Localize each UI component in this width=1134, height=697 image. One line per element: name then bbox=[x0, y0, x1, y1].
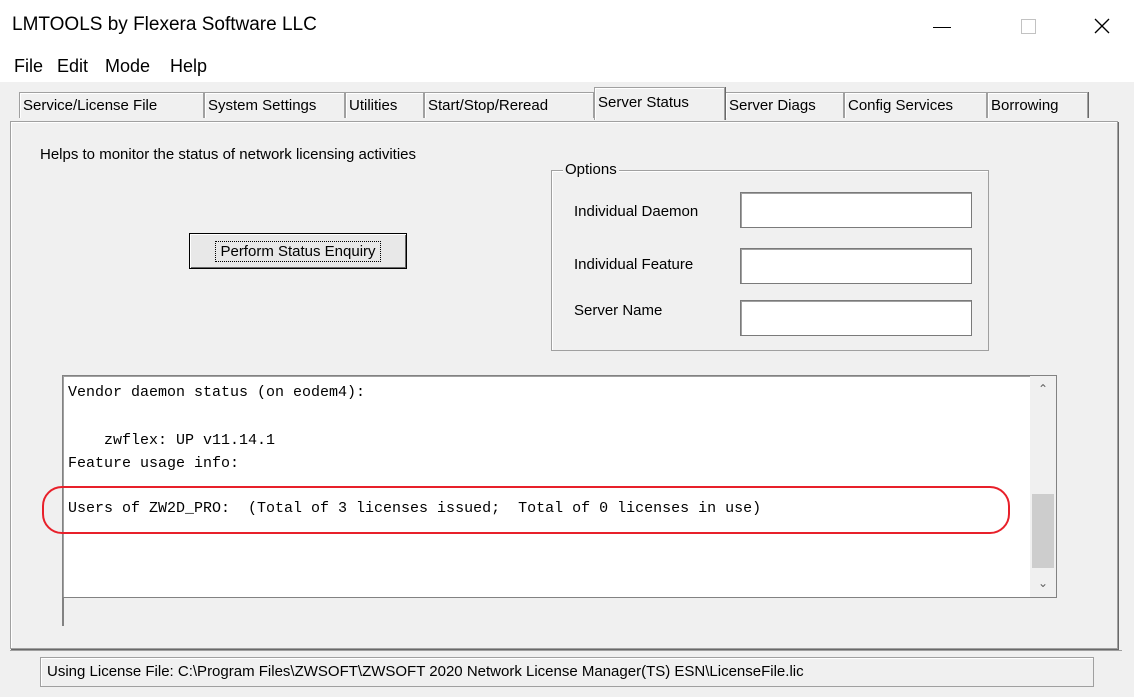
license-file-status-bar: Using License File: C:\Program Files\ZWS… bbox=[40, 657, 1094, 687]
menu-edit[interactable]: Edit bbox=[57, 56, 88, 77]
menu-file[interactable]: File bbox=[14, 56, 43, 77]
output-line: zwflex: UP v11.14.1 bbox=[68, 432, 276, 449]
scroll-up-arrow-icon[interactable]: ⌃ bbox=[1030, 378, 1056, 400]
title-bar: LMTOOLS by Flexera Software LLC bbox=[0, 0, 1134, 52]
output-line: Vendor daemon status (on eodem4): bbox=[68, 384, 366, 401]
tab-service-license-file[interactable]: Service/License File bbox=[19, 92, 204, 118]
options-group-label: Options bbox=[563, 161, 619, 178]
menu-bar: File Edit Mode Help bbox=[0, 52, 1134, 82]
close-button[interactable] bbox=[1074, 0, 1130, 52]
window-title: LMTOOLS by Flexera Software LLC bbox=[12, 14, 317, 35]
tab-server-status[interactable]: Server Status bbox=[594, 87, 725, 120]
tab-start-stop-reread[interactable]: Start/Stop/Reread bbox=[424, 92, 594, 118]
menu-mode[interactable]: Mode bbox=[105, 56, 150, 77]
tab-borrowing[interactable]: Borrowing bbox=[987, 92, 1088, 118]
menu-help[interactable]: Help bbox=[170, 56, 207, 77]
output-border bbox=[62, 598, 64, 626]
statusbar-separator bbox=[10, 650, 1122, 651]
panel-description: Helps to monitor the status of network l… bbox=[40, 146, 417, 163]
red-highlight-annotation bbox=[42, 486, 1010, 534]
individual-feature-input[interactable] bbox=[740, 248, 972, 284]
server-name-label: Server Name bbox=[574, 302, 663, 319]
minimize-button[interactable] bbox=[914, 0, 970, 52]
tab-utilities[interactable]: Utilities bbox=[345, 92, 424, 118]
individual-daemon-label: Individual Daemon bbox=[574, 203, 699, 220]
scroll-thumb[interactable] bbox=[1032, 494, 1054, 568]
tab-strip: Service/License File System Settings Uti… bbox=[0, 86, 1134, 122]
tab-system-settings[interactable]: System Settings bbox=[204, 92, 345, 118]
tab-config-services[interactable]: Config Services bbox=[844, 92, 987, 118]
individual-feature-label: Individual Feature bbox=[574, 256, 694, 273]
minimize-icon bbox=[933, 26, 951, 28]
close-icon bbox=[1094, 18, 1110, 34]
perform-status-enquiry-button[interactable]: Perform Status Enquiry bbox=[189, 233, 407, 269]
tab-server-diags[interactable]: Server Diags bbox=[725, 92, 844, 118]
individual-daemon-input[interactable] bbox=[740, 192, 972, 228]
output-vertical-scrollbar[interactable]: ⌃ ⌄ bbox=[1030, 376, 1056, 597]
lmtools-window: LMTOOLS by Flexera Software LLC File Edi… bbox=[0, 0, 1134, 697]
maximize-button[interactable] bbox=[1000, 0, 1056, 52]
output-line: Feature usage info: bbox=[68, 455, 240, 472]
maximize-icon bbox=[1020, 18, 1036, 34]
status-button-label: Perform Status Enquiry bbox=[215, 240, 381, 262]
scroll-down-arrow-icon[interactable]: ⌄ bbox=[1030, 572, 1056, 594]
server-name-input[interactable] bbox=[740, 300, 972, 336]
